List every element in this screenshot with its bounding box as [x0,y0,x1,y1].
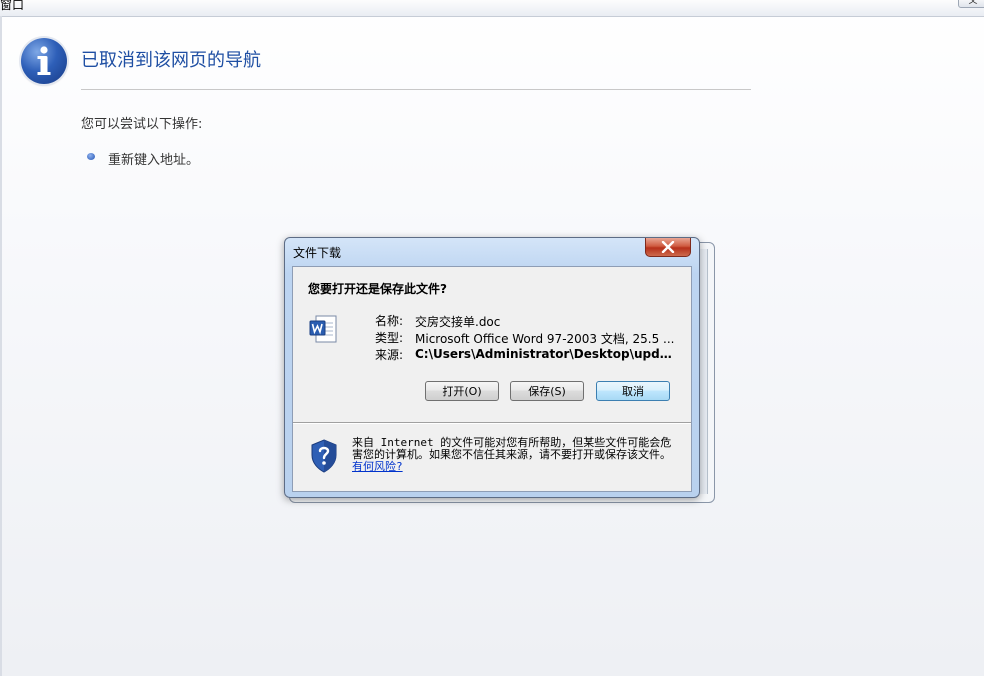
name-label: 名称: [375,314,404,328]
title-divider [81,89,751,90]
close-icon [661,240,675,254]
save-button[interactable]: 保存(S) [510,381,584,401]
type-value: Microsoft Office Word 97-2003 文档, 25.5 .… [415,332,675,346]
source-label: 来源: [375,348,404,362]
info-icon [21,38,67,84]
security-warning: 来自 Internet 的文件可能对您有所帮助，但某些文件可能会危害您的计算机。… [352,437,677,473]
security-shield-icon [311,439,337,473]
dialog-divider-highlight [293,423,691,424]
dialog-body: 您要打开还是保存此文件? 名称: 交房交接单.doc 类型: Microsoft… [292,266,692,492]
suggestion-intro: 您可以尝试以下操作: [81,117,203,132]
window-title-bar: 窗口 文 [0,0,984,17]
window-control-button[interactable]: 文 [958,0,984,8]
risk-link[interactable]: 有何风险? [352,460,403,473]
source-value: C:\Users\Administrator\Desktop\update... [415,347,675,361]
dialog-question: 您要打开还是保存此文件? [308,282,447,296]
bullet-icon [87,153,95,160]
close-button[interactable] [645,238,691,257]
cancel-button[interactable]: 取消 [596,381,670,401]
word-document-icon [309,315,337,343]
dialog-title: 文件下载 [293,246,342,260]
suggestion-item: 重新键入地址。 [108,153,200,168]
security-warning-text: 来自 Internet 的文件可能对您有所帮助，但某些文件可能会危害您的计算机。… [352,436,672,461]
file-download-dialog: 文件下载 您要打开还是保存此文件? 名称: 交房交接单.doc 类型: Micr… [284,237,700,498]
window-left-border [0,16,2,676]
name-value: 交房交接单.doc [415,315,501,329]
window-title: 窗口 [0,0,25,12]
type-label: 类型: [375,331,404,345]
open-button[interactable]: 打开(O) [425,381,499,401]
page-title: 已取消到该网页的导航 [81,50,261,71]
